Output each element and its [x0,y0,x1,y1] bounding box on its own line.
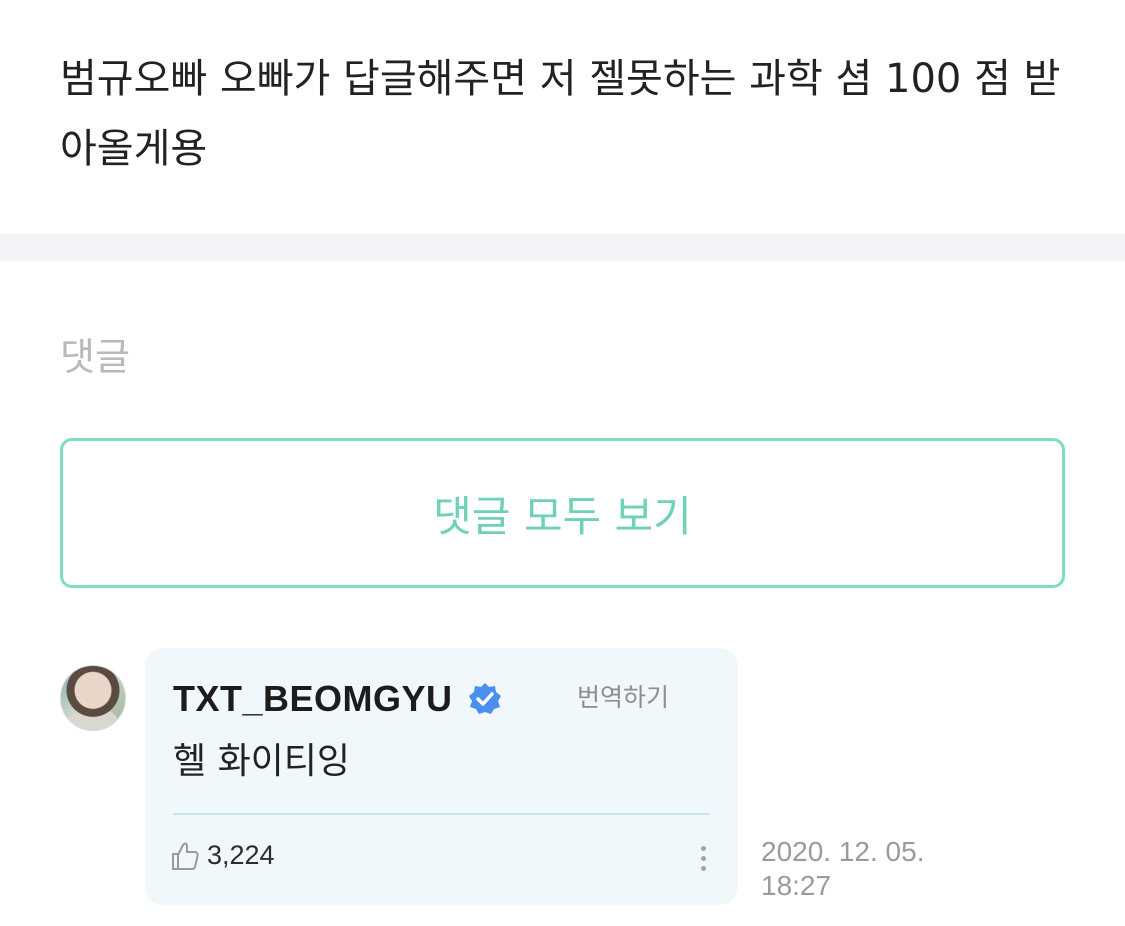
comment-bubble: TXT_BEOMGYU 번역하기 헬 화이티잉 3,224 [145,648,738,905]
translate-button[interactable]: 번역하기 [577,678,669,714]
comment-time: 18:27 [761,870,832,901]
comment-author-name[interactable]: TXT_BEOMGYU [173,678,453,720]
section-divider [0,234,1125,261]
comment-divider [173,813,710,815]
comment-timestamp: 2020. 12. 05. 18:27 [761,835,981,903]
view-all-comments-button[interactable]: 댓글 모두 보기 [60,438,1065,588]
more-vertical-icon[interactable] [698,846,708,876]
comment-date: 2020. 12. 05. [761,836,925,867]
comment-author-row: TXT_BEOMGYU [173,678,503,720]
verified-badge-icon [467,681,503,717]
comment-body: 헬 화이티잉 [173,741,351,782]
post-text: 범규오빠 오빠가 답글해주면 저 젤못하는 과학 셤 100 점 받아올게용 [60,56,1061,172]
thumbs-up-icon [171,841,199,871]
like-button[interactable]: 3,224 [171,840,275,871]
like-count: 3,224 [207,840,275,870]
comments-section-title: 댓글 [60,335,130,379]
avatar[interactable] [60,665,126,731]
